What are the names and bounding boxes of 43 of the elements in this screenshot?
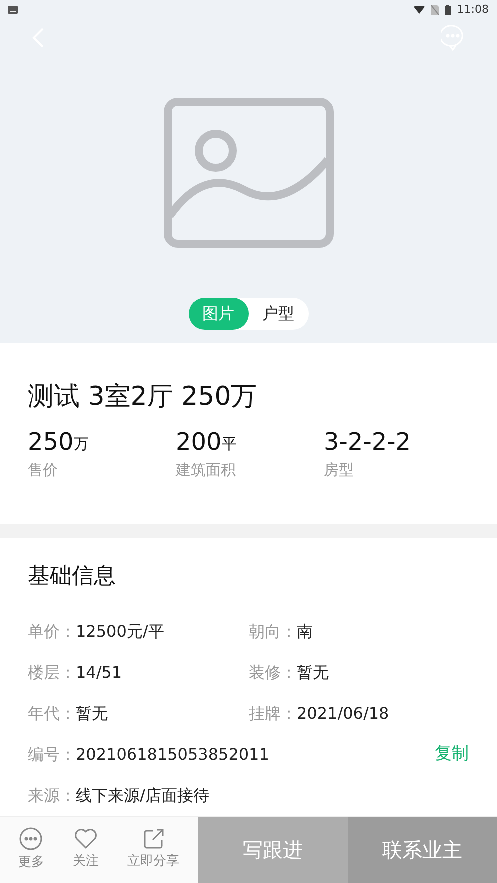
wifi-icon [414, 6, 426, 14]
field-label: 编号： [28, 744, 76, 766]
field-label: 来源： [28, 784, 76, 807]
no-sim-icon [431, 5, 440, 15]
toolbar-action[interactable]: 关注 [72, 828, 99, 872]
field-value: 2021061815053852011 [76, 744, 270, 766]
heart-icon [74, 828, 98, 850]
toolbar-action[interactable]: 立即分享 [128, 828, 180, 872]
stat-value: 250 [28, 427, 74, 458]
notification-icon [8, 6, 18, 14]
toolbar-action[interactable]: 更多 [18, 827, 44, 873]
stat-label: 房型 [324, 460, 355, 482]
field-value: 2021/06/18 [297, 702, 390, 725]
gallery-tab[interactable]: 户型 [248, 298, 308, 330]
share-icon [142, 828, 165, 850]
stat-label: 售价 [28, 460, 59, 482]
status-time: 11:08 [457, 2, 489, 18]
stat-value: 3-2-2-2 [324, 427, 412, 458]
field-label: 装修： [249, 662, 297, 684]
field-value: 暂无 [297, 662, 329, 684]
image-placeholder-icon [164, 98, 334, 248]
field-label: 朝向： [249, 620, 297, 643]
stat-value: 200 [176, 427, 222, 458]
field-value: 线下来源/店面接待 [76, 784, 210, 807]
field-label: 年代： [28, 702, 76, 725]
battery-icon [445, 5, 452, 15]
copy-link[interactable]: 复制 [435, 742, 469, 768]
stat-unit: 平 [222, 434, 237, 455]
field-value: 14/51 [76, 662, 122, 684]
follow-up-button[interactable]: 写跟进 [198, 817, 348, 883]
listing-title: 测试 3室2厅 250万 [28, 380, 258, 414]
stat-label: 建筑面积 [176, 460, 237, 482]
section-heading: 基础信息 [28, 563, 117, 592]
field-value: 南 [297, 620, 313, 643]
field-label: 楼层： [28, 662, 76, 684]
gallery-tab[interactable]: 图片 [188, 298, 248, 330]
contact-owner-button[interactable]: 联系业主 [348, 817, 497, 883]
field-value: 暂无 [76, 702, 108, 725]
stat-unit: 万 [74, 434, 89, 455]
field-label: 单价： [28, 620, 76, 643]
field-label: 挂牌： [249, 702, 297, 725]
field-value: 12500元/平 [76, 620, 164, 643]
more-icon [19, 827, 44, 852]
